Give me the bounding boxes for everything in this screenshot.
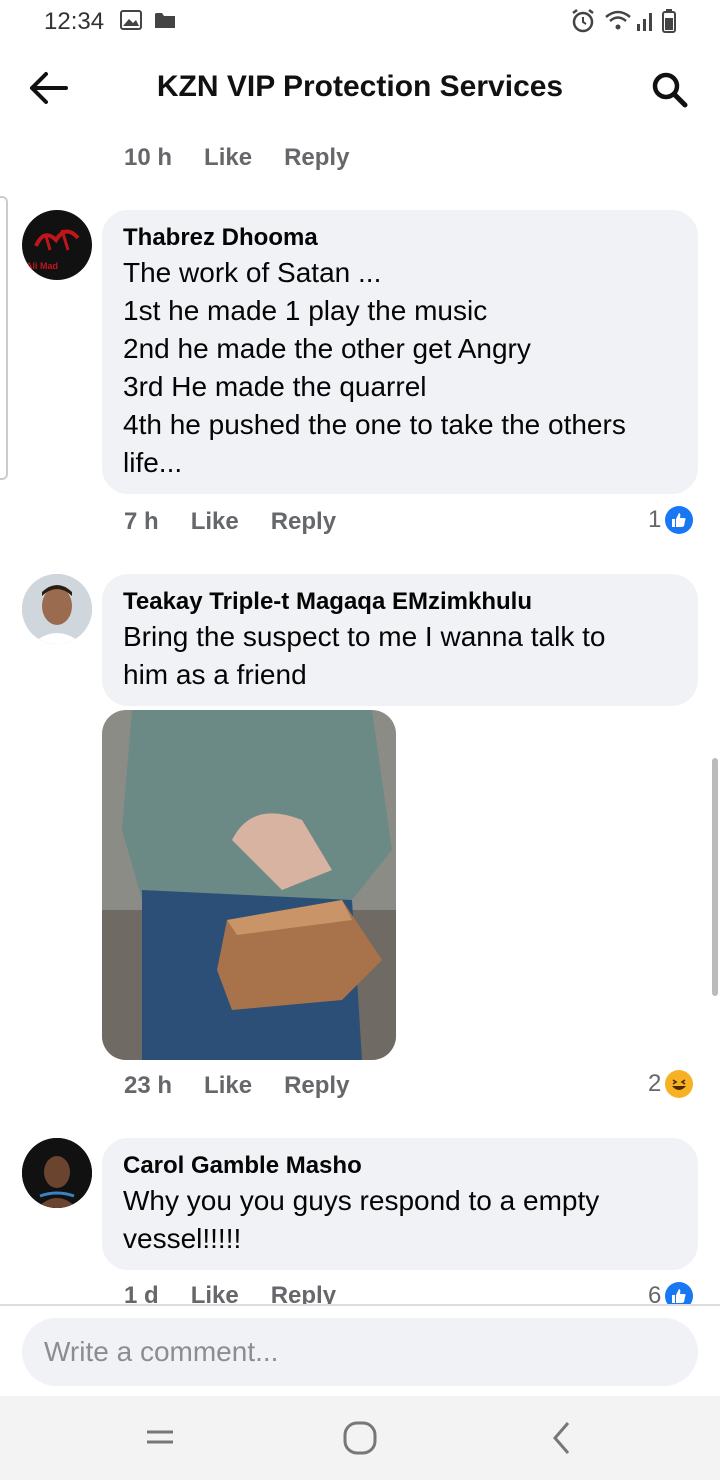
comment-line: 2nd he made the other get Angry <box>123 333 531 364</box>
comment-line: The work of Satan ... <box>123 257 382 288</box>
search-icon[interactable] <box>650 70 690 110</box>
comment-photo[interactable] <box>102 710 396 1060</box>
recents-icon[interactable] <box>145 1426 175 1448</box>
reply-link[interactable]: Reply <box>284 144 349 171</box>
comment-time: 23 h <box>124 1072 173 1099</box>
avatar-graphic <box>22 1138 92 1208</box>
comment-bubble[interactable]: Thabrez Dhooma The work of Satan ... 1st… <box>102 210 698 494</box>
comment-input[interactable]: Write a comment... <box>22 1318 698 1386</box>
comment-line: 4th he pushed the one to take the others <box>123 409 626 440</box>
reaction-summary[interactable]: 6 <box>648 1282 694 1304</box>
status-time: 12:34 <box>44 8 105 35</box>
comment-bubble[interactable]: Carol Gamble Masho Why you you guys resp… <box>102 1138 698 1270</box>
page-title: KZN VIP Protection Services <box>156 70 564 103</box>
comment-line: life... <box>123 447 183 478</box>
thread-line <box>0 196 8 480</box>
like-icon <box>665 506 694 534</box>
comment-text: Bring the suspect to me I wanna talk to … <box>123 618 678 694</box>
comment-line: vessel!!!!! <box>123 1223 242 1254</box>
comment-meta: 23 h Like Reply <box>124 1072 381 1100</box>
comment-bubble[interactable]: Teakay Triple-t Magaqa EMzimkhulu Bring … <box>102 574 698 706</box>
comment-line: 1st he made 1 play the music <box>123 295 488 326</box>
comment-line: him as a friend <box>123 659 307 690</box>
app-header: KZN VIP Protection Services <box>0 50 720 130</box>
like-link[interactable]: Like <box>191 1282 239 1304</box>
comment-text: The work of Satan ... 1st he made 1 play… <box>123 254 678 482</box>
reaction-count: 1 <box>648 506 662 533</box>
like-icon <box>665 1282 694 1304</box>
back-nav-icon[interactable] <box>550 1420 572 1456</box>
status-bar: 12:34 <box>0 0 720 44</box>
comment-meta: 10 h Like Reply <box>124 144 381 172</box>
avatar[interactable] <box>22 574 92 644</box>
comment-author[interactable]: Thabrez Dhooma <box>123 222 678 254</box>
reply-link[interactable]: Reply <box>271 508 336 535</box>
comment-meta: 1 d Like Reply <box>124 1282 368 1304</box>
reply-link[interactable]: Reply <box>284 1072 349 1099</box>
comment-time: 1 d <box>124 1282 159 1304</box>
avatar[interactable]: Ali Mad <box>22 210 92 280</box>
avatar-text: Ali Mad <box>26 261 59 271</box>
like-link[interactable]: Like <box>204 1072 252 1099</box>
haha-icon <box>665 1070 694 1098</box>
comment-meta: 7 h Like Reply <box>124 508 368 536</box>
comment-line: Why you you guys respond to a empty <box>123 1185 600 1216</box>
gallery-icon <box>120 10 142 30</box>
comment-time: 10 h <box>124 144 173 171</box>
comment-author[interactable]: Carol Gamble Masho <box>123 1150 678 1182</box>
comment-composer: Write a comment... <box>0 1304 720 1396</box>
folder-icon <box>155 13 175 28</box>
reaction-count: 2 <box>648 1070 662 1097</box>
comment-line: Bring the suspect to me I wanna talk to <box>123 621 606 652</box>
comment-time: 7 h <box>124 508 159 535</box>
comment-line: 3rd He made the quarrel <box>123 371 427 402</box>
reply-link[interactable]: Reply <box>271 1282 336 1304</box>
battery-icon <box>662 9 676 33</box>
system-nav-bar <box>0 1396 720 1480</box>
scrollbar-thumb[interactable] <box>712 758 718 996</box>
like-link[interactable]: Like <box>204 144 252 171</box>
comment-text: Why you you guys respond to a empty vess… <box>123 1182 678 1258</box>
avatar[interactable] <box>22 1138 92 1208</box>
reaction-summary[interactable]: 1 <box>648 506 694 534</box>
photo-graphic <box>102 710 396 1060</box>
wifi-signal-icon <box>605 10 652 31</box>
clipped-row: 1 d Like Reply 6 <box>0 1282 720 1304</box>
reaction-count: 6 <box>648 1282 662 1304</box>
comment-author[interactable]: Teakay Triple-t Magaqa EMzimkhulu <box>123 586 678 618</box>
home-icon[interactable] <box>342 1420 378 1456</box>
avatar-graphic <box>22 574 92 644</box>
alarm-icon <box>572 9 594 33</box>
like-link[interactable]: Like <box>191 508 239 535</box>
reaction-summary[interactable]: 2 <box>648 1070 694 1098</box>
